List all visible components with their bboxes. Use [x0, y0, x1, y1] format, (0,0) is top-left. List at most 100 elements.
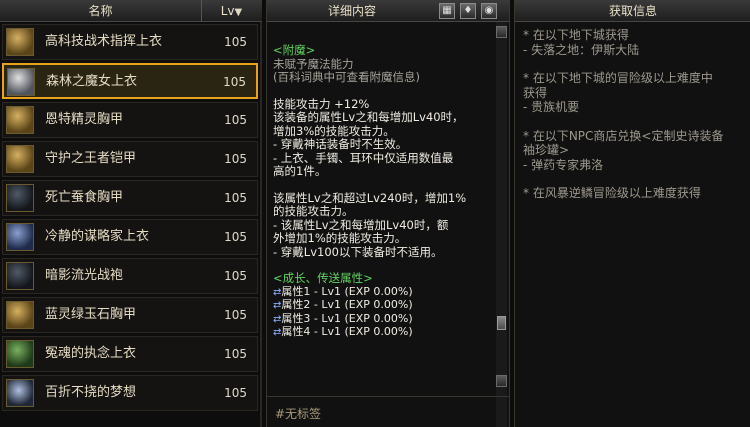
item-row[interactable]: 守护之王者铠甲 105: [2, 141, 258, 177]
source-line: * 在以下地下城的冒险级以上难度中: [523, 71, 713, 85]
obtain-source: * 在风暴逆鳞冒险级以上难度获得: [523, 186, 747, 201]
item-lv: 105: [223, 75, 246, 89]
item-name: 冤魂的执念上衣: [45, 346, 137, 361]
armor-icon: [6, 184, 34, 212]
item-detail-panel: 详细内容 ▦ ♦ ◉ <附魔> 未赋予魔法能力 (百科词典中可查看附魔信息) 技…: [266, 0, 510, 427]
effect-line: 高的1件。: [273, 164, 327, 178]
item-lv: 105: [224, 113, 247, 127]
column-header-lv-label: Lv: [220, 4, 235, 18]
effect-line: 的技能攻击力。: [273, 204, 354, 218]
scroll-thumb[interactable]: [497, 316, 506, 330]
armor-icon: [6, 106, 34, 134]
item-name: 百折不挠的梦想: [45, 385, 137, 400]
armor-icon: [6, 340, 34, 368]
scroll-up-button[interactable]: [496, 26, 507, 38]
obtain-title: 获取信息: [608, 4, 657, 18]
effect-line: - 上衣、手镯、耳环中仅适用数值最: [273, 150, 454, 165]
item-name: 死亡蚕食胸甲: [45, 190, 124, 205]
skill-effect: 技能攻击力 +12% 该装备的属性Lv之和每增加Lv40时， 增加3%的技能攻击…: [273, 96, 495, 179]
item-row[interactable]: 恩特精灵胸甲 105: [2, 102, 258, 138]
source-line: 袖珍罐>: [523, 143, 570, 157]
growth-property-text: 属性4 - Lv1 (EXP 0.00%): [281, 325, 413, 338]
item-tag[interactable]: #无标签: [275, 405, 321, 422]
detail-title: 详细内容: [327, 4, 376, 18]
grid-icon[interactable]: ▦: [439, 3, 455, 19]
detail-body: <附魔> 未赋予魔法能力 (百科词典中可查看附魔信息) 技能攻击力 +12% 该…: [273, 43, 495, 340]
source-line: - 贵族机要: [523, 100, 580, 114]
item-lv: 105: [224, 347, 247, 361]
item-name: 守护之王者铠甲: [45, 151, 137, 166]
item-name: 森林之魔女上衣: [46, 74, 138, 89]
obtain-header: 获取信息: [515, 0, 750, 22]
growth-property: ⇄属性1 - Lv1 (EXP 0.00%): [273, 284, 495, 300]
armor-icon: [6, 145, 34, 173]
armor-icon: [6, 28, 34, 56]
item-name: 冷静的谋略家上衣: [45, 229, 150, 244]
growth-property: ⇄属性4 - Lv1 (EXP 0.00%): [273, 325, 495, 340]
detail-header: 详细内容 ▦ ♦ ◉: [267, 0, 509, 22]
enchant-title: <附魔>: [273, 43, 316, 57]
source-line: * 在以下地下城获得: [523, 28, 629, 42]
source-line: - 失落之地：伊斯大陆: [523, 42, 640, 57]
effect-line: 外增加1%的技能攻击力。: [273, 231, 407, 245]
obtain-source: * 在以下地下城获得 - 失落之地：伊斯大陆: [523, 28, 747, 57]
obtain-info-panel: 获取信息 * 在以下地下城获得 - 失落之地：伊斯大陆 * 在以下地下城的冒险级…: [514, 0, 750, 427]
sort-desc-icon: ▼: [234, 7, 243, 18]
growth-property-text: 属性2 - Lv1 (EXP 0.00%): [281, 298, 413, 311]
item-lv: 105: [224, 269, 247, 283]
item-row[interactable]: 冤魂的执念上衣 105: [2, 336, 258, 372]
extra-effect: 该属性Lv之和超过Lv240时，增加1% 的技能攻击力。 - 该属性Lv之和每增…: [273, 190, 495, 260]
item-list-panel: 名称 Lv▼ 高科技战术指挥上衣 105 森林之魔女上衣 105 恩特精灵胸甲 …: [0, 0, 262, 427]
item-row-selected[interactable]: 森林之魔女上衣 105: [2, 63, 258, 99]
item-name: 暗影流光战袍: [45, 268, 124, 283]
source-line: * 在风暴逆鳞冒险级以上难度获得: [523, 186, 701, 200]
item-lv: 105: [224, 308, 247, 322]
scroll-down-button[interactable]: [496, 375, 507, 387]
item-name: 高科技战术指挥上衣: [45, 34, 163, 49]
item-row[interactable]: 暗影流光战袍 105: [2, 258, 258, 294]
obtain-source: * 在以下NPC商店兑换<定制史诗装备 袖珍罐> - 弹药专家弗洛: [523, 129, 747, 173]
effect-line: - 穿戴Lv100以下装备时不适用。: [273, 244, 443, 259]
obtain-source: * 在以下地下城的冒险级以上难度中 获得 - 贵族机要: [523, 71, 747, 115]
item-row[interactable]: 蓝灵绿玉石胸甲 105: [2, 297, 258, 333]
effect-line: - 穿戴神话装备时不生效。: [273, 137, 408, 151]
eye-icon[interactable]: ◉: [481, 3, 497, 19]
obtain-body: * 在以下地下城获得 - 失落之地：伊斯大陆 * 在以下地下城的冒险级以上难度中…: [523, 28, 747, 215]
detail-scrollbar[interactable]: [496, 22, 507, 427]
source-line: 获得: [523, 85, 548, 100]
pin-icon[interactable]: ♦: [460, 3, 476, 19]
item-row[interactable]: 冷静的谋略家上衣 105: [2, 219, 258, 255]
armor-icon: [6, 379, 34, 407]
column-header-name[interactable]: 名称: [0, 0, 202, 22]
enchant-status: 未赋予魔法能力: [273, 56, 354, 71]
column-header-lv[interactable]: Lv▼: [203, 0, 260, 22]
item-list-header: 名称 Lv▼: [0, 0, 262, 22]
armor-icon: [6, 223, 34, 251]
effect-line: 该装备的属性Lv之和每增加Lv40时，: [273, 110, 464, 124]
armor-icon: [6, 301, 34, 329]
effect-line: - 该属性Lv之和每增加Lv40时，额: [273, 217, 449, 232]
item-row[interactable]: 百折不挠的梦想 105: [2, 375, 258, 411]
item-list-scrollbar[interactable]: [260, 22, 262, 427]
growth-property: ⇄属性3 - Lv1 (EXP 0.00%): [273, 311, 495, 327]
effect-line: 该属性Lv之和超过Lv240时，增加1%: [273, 190, 467, 205]
armor-icon: [7, 68, 35, 96]
item-row[interactable]: 高科技战术指挥上衣 105: [2, 24, 258, 60]
growth-property-text: 属性3 - Lv1 (EXP 0.00%): [281, 311, 413, 325]
item-lv: 105: [224, 191, 247, 205]
source-line: * 在以下NPC商店兑换<定制史诗装备: [523, 128, 724, 143]
growth-property-text: 属性1 - Lv1 (EXP 0.00%): [281, 284, 413, 298]
item-name: 蓝灵绿玉石胸甲: [45, 307, 137, 322]
item-lv: 105: [224, 35, 247, 49]
item-name: 恩特精灵胸甲: [45, 112, 124, 127]
growth-property: ⇄属性2 - Lv1 (EXP 0.00%): [273, 298, 495, 313]
item-row[interactable]: 死亡蚕食胸甲 105: [2, 180, 258, 216]
enchant-hint: (百科词典中可查看附魔信息): [273, 70, 420, 84]
effect-line: 技能攻击力 +12%: [273, 96, 370, 111]
detail-footer: #无标签: [267, 396, 509, 427]
item-lv: 105: [224, 386, 247, 400]
armor-icon: [6, 262, 34, 290]
item-lv: 105: [224, 230, 247, 244]
source-line: - 弹药专家弗洛: [523, 157, 604, 172]
item-lv: 105: [224, 152, 247, 166]
